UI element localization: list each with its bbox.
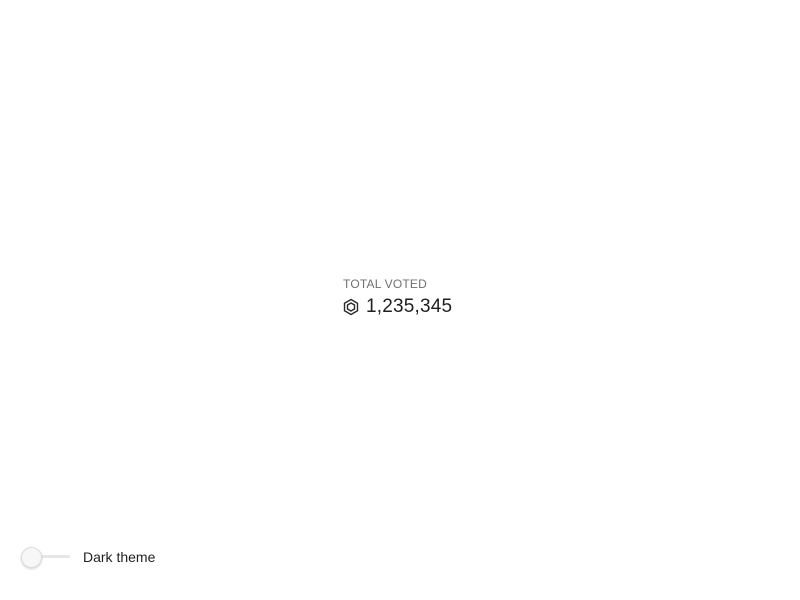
total-voted-stat: TOTAL VOTED 1,235,345 — [342, 277, 452, 318]
switch-thumb[interactable] — [21, 547, 42, 568]
dark-theme-label: Dark theme — [83, 549, 156, 565]
dark-theme-switch[interactable] — [20, 546, 72, 568]
total-voted-label: TOTAL VOTED — [343, 277, 427, 291]
hexagon-token-icon — [342, 298, 360, 316]
dark-theme-toggle[interactable]: Dark theme — [20, 546, 155, 568]
page: TOTAL VOTED 1,235,345 Dark theme — [0, 0, 800, 600]
total-voted-value-row: 1,235,345 — [342, 296, 452, 318]
total-voted-value: 1,235,345 — [366, 296, 453, 317]
